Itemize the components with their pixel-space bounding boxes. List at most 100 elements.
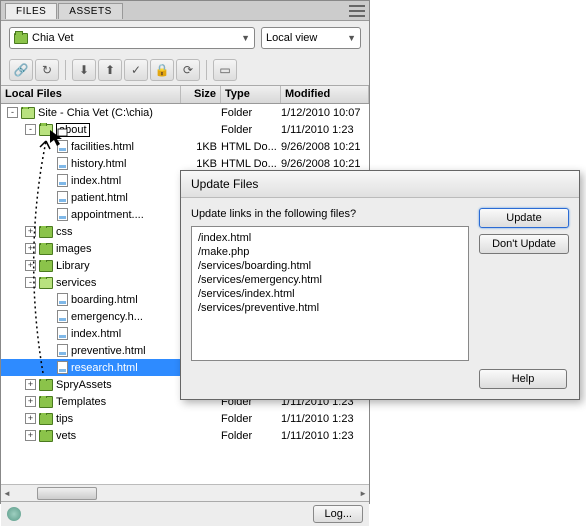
expand-icon[interactable]: + xyxy=(25,379,36,390)
file-icon xyxy=(57,174,68,187)
tree-item-label: boarding.html xyxy=(71,294,138,306)
tree-item-label: Library xyxy=(56,260,90,272)
tree-item-label: research.html xyxy=(71,362,138,374)
tree-item-label: preventive.html xyxy=(71,345,146,357)
folder-icon xyxy=(39,243,53,255)
tab-files[interactable]: FILES xyxy=(5,3,57,19)
checkin-button[interactable]: 🔒 xyxy=(150,59,174,81)
help-button[interactable]: Help xyxy=(479,369,567,389)
tree-mod: 9/26/2008 10:21 xyxy=(281,158,369,170)
spacer xyxy=(43,345,54,356)
tree-item-label: images xyxy=(56,243,91,255)
tree-row[interactable]: + vets Folder1/11/2010 1:23 xyxy=(1,427,369,444)
tree-type: Folder xyxy=(221,107,281,119)
dialog-file-item[interactable]: /services/preventive.html xyxy=(198,301,462,315)
spacer xyxy=(43,294,54,305)
folder-open-icon xyxy=(21,107,35,119)
sync-button[interactable]: ⟳ xyxy=(176,59,200,81)
file-icon xyxy=(57,191,68,204)
tree-item-label: Templates xyxy=(56,396,106,408)
folder-icon xyxy=(39,396,53,408)
col-name[interactable]: Local Files xyxy=(1,86,181,103)
dialog-file-item[interactable]: /services/boarding.html xyxy=(198,259,462,273)
log-button[interactable]: Log... xyxy=(313,505,363,523)
col-type[interactable]: Type xyxy=(221,86,281,103)
checkout-button[interactable]: ✓ xyxy=(124,59,148,81)
tree-row[interactable]: +tipsFolder1/11/2010 1:23 xyxy=(1,410,369,427)
tree-item-label: facilities.html xyxy=(71,141,134,153)
dialog-file-item[interactable]: /make.php xyxy=(198,245,462,259)
tree-size: 1KB xyxy=(181,158,221,170)
view-select-label: Local view xyxy=(266,32,317,44)
horizontal-scrollbar[interactable] xyxy=(1,484,369,501)
tree-item-label: index.html xyxy=(71,175,121,187)
tree-item-label: SpryAssets xyxy=(56,379,112,391)
spacer xyxy=(43,141,54,152)
col-size[interactable]: Size xyxy=(181,86,221,103)
tree-mod: 1/11/2010 1:23 xyxy=(281,413,369,425)
dont-update-button[interactable]: Don't Update xyxy=(479,234,569,254)
file-icon xyxy=(57,361,68,374)
expand-icon[interactable]: + xyxy=(25,260,36,271)
dialog-file-item[interactable]: /services/emergency.html xyxy=(198,273,462,287)
col-modified[interactable]: Modified xyxy=(281,86,369,103)
refresh-button[interactable]: ↻ xyxy=(35,59,59,81)
get-button[interactable]: ⬇ xyxy=(72,59,96,81)
folder-open-icon xyxy=(39,277,53,289)
dialog-file-list[interactable]: /index.html/make.php/services/boarding.h… xyxy=(191,226,469,361)
connect-button[interactable]: 🔗 xyxy=(9,59,33,81)
scroll-thumb[interactable] xyxy=(37,487,97,500)
site-select[interactable]: Chia Vet ▼ xyxy=(9,27,255,49)
tree-mod: 1/11/2010 1:23 xyxy=(281,430,369,442)
expand-icon[interactable]: + xyxy=(25,396,36,407)
view-select[interactable]: Local view ▼ xyxy=(261,27,361,49)
tree-type: Folder xyxy=(221,430,281,442)
collapse-icon[interactable]: - xyxy=(25,124,36,135)
tree-item-label: css xyxy=(56,226,73,238)
tree-item-label: Site - Chia Vet (C:\chia) xyxy=(38,107,153,119)
tree-mod: 1/12/2010 10:07 xyxy=(281,107,369,119)
toolbar: 🔗 ↻ ⬇ ⬆ ✓ 🔒 ⟳ ▭ xyxy=(1,55,369,86)
tree-mod: 1/11/2010 1:23 xyxy=(281,124,369,136)
chevron-down-icon: ▼ xyxy=(241,33,250,43)
tree-row[interactable]: - Site - Chia Vet (C:\chia) Folder1/12/201… xyxy=(1,104,369,121)
collapse-icon[interactable]: - xyxy=(7,107,18,118)
tree-row[interactable]: facilities.html1KBHTML Do...9/26/2008 10… xyxy=(1,138,369,155)
status-icon xyxy=(7,507,21,521)
status-bar: Log... xyxy=(1,501,369,526)
file-icon xyxy=(57,327,68,340)
column-headers: Local Files Size Type Modified xyxy=(1,86,369,104)
tree-size: 1KB xyxy=(181,141,221,153)
tree-type: HTML Do... xyxy=(221,158,281,170)
panel-menu-icon[interactable] xyxy=(349,5,365,17)
tree-type: HTML Do... xyxy=(221,141,281,153)
dialog-file-item[interactable]: /services/index.html xyxy=(198,287,462,301)
collapse-icon[interactable]: - xyxy=(25,277,36,288)
expand-icon[interactable]: + xyxy=(25,413,36,424)
folder-icon xyxy=(39,379,53,391)
file-icon xyxy=(57,208,68,221)
file-icon xyxy=(57,157,68,170)
update-files-dialog: Update Files Update links in the followi… xyxy=(180,170,580,400)
expand-icon[interactable]: + xyxy=(25,226,36,237)
put-button[interactable]: ⬆ xyxy=(98,59,122,81)
tree-item-label: tips xyxy=(56,413,73,425)
spacer xyxy=(43,209,54,220)
spacer xyxy=(43,158,54,169)
tree-item-label: vets xyxy=(56,430,76,442)
folder-icon xyxy=(39,430,53,442)
expand-button[interactable]: ▭ xyxy=(213,59,237,81)
spacer xyxy=(43,311,54,322)
update-button[interactable]: Update xyxy=(479,208,569,228)
folder-icon xyxy=(39,226,53,238)
folder-icon xyxy=(39,413,53,425)
tree-row[interactable]: -aboutFolder1/11/2010 1:23 xyxy=(1,121,369,138)
file-icon xyxy=(57,310,68,323)
expand-icon[interactable]: + xyxy=(25,430,36,441)
expand-icon[interactable]: + xyxy=(25,243,36,254)
tab-assets[interactable]: ASSETS xyxy=(58,3,122,19)
spacer xyxy=(43,362,54,373)
dialog-file-item[interactable]: /index.html xyxy=(198,231,462,245)
spacer xyxy=(43,328,54,339)
tree-type: Folder xyxy=(221,124,281,136)
